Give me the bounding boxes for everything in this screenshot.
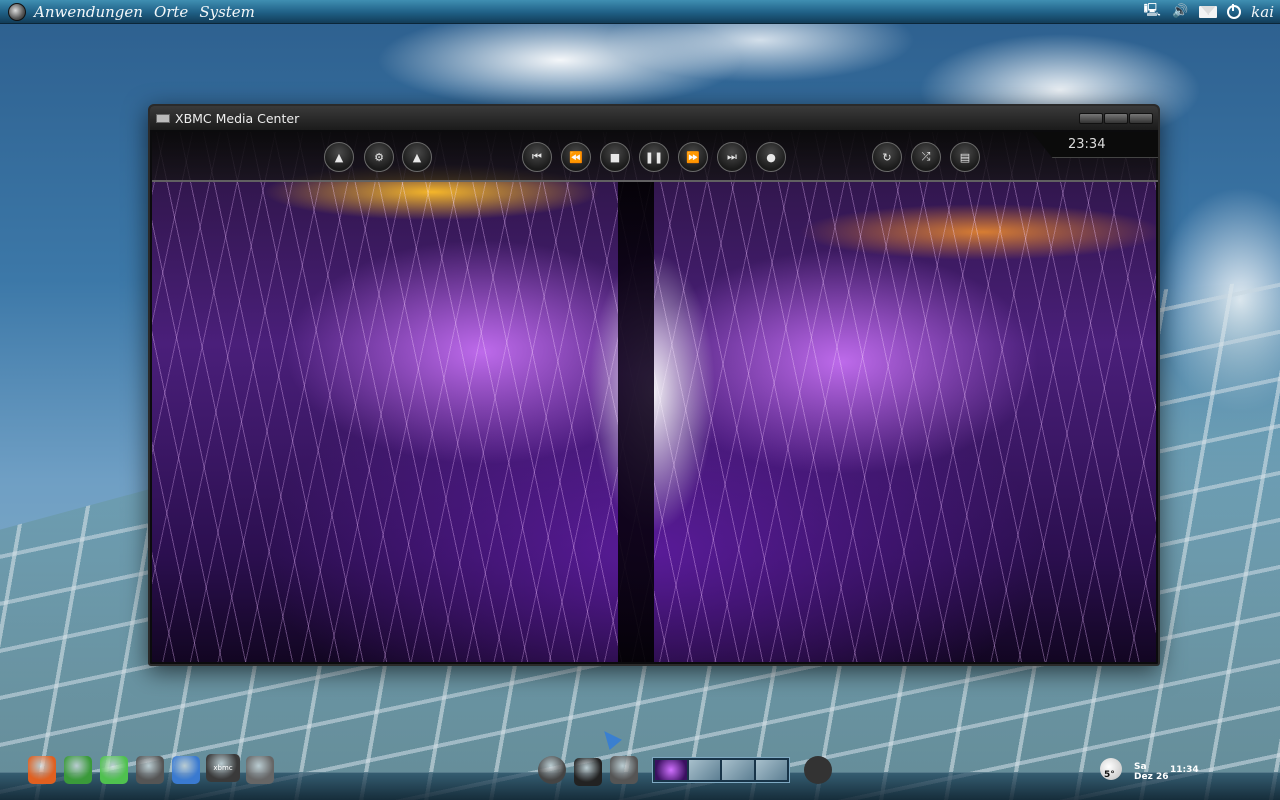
repeat-icon: ↻ — [882, 150, 892, 164]
ubuntu-menu-icon[interactable] — [538, 756, 566, 784]
close-button[interactable] — [1129, 112, 1153, 124]
window-controls — [1079, 112, 1153, 124]
power-icon[interactable] — [1227, 3, 1242, 19]
window-titlebar[interactable]: XBMC Media Center — [150, 106, 1158, 130]
mail-icon[interactable] — [1199, 5, 1218, 18]
shuffle-icon: ⤮ — [921, 150, 931, 163]
rewind-icon: ⏪ — [569, 150, 583, 164]
window-title: XBMC Media Center — [175, 110, 300, 126]
pause-button[interactable]: ❚❚ — [639, 142, 669, 172]
xbmc-window: XBMC Media Center ▲ ⚙ ▲ ⏮ ⏪ ■ ❚❚ ⏩ ⏭ ● ↻… — [148, 104, 1160, 666]
stop-icon: ■ — [609, 150, 621, 164]
workspace-3[interactable] — [722, 760, 754, 780]
visualisation-core — [618, 182, 654, 662]
xbmc-dock-label: xbmc — [213, 764, 233, 772]
top-panel: Anwendungen Orte System 🖳 🔊 kai — [0, 0, 1280, 24]
box-icon[interactable] — [610, 756, 638, 784]
player-clock: 23:34 — [1032, 132, 1158, 158]
workspace-1[interactable] — [655, 760, 687, 780]
info-button[interactable]: ▤ — [950, 142, 980, 172]
rewind-button[interactable]: ⏪ — [561, 142, 591, 172]
document-icon: ▤ — [959, 150, 971, 164]
settings-button[interactable]: ⚙ — [364, 142, 394, 172]
previous-button[interactable]: ⏮ — [522, 142, 552, 172]
distro-logo-icon[interactable] — [8, 2, 26, 21]
minimize-button[interactable] — [1079, 112, 1103, 124]
xbmc-dock-icon[interactable]: xbmc — [206, 754, 240, 782]
gear-icon: ⚙ — [374, 150, 384, 164]
skip-back-icon: ⏮ — [532, 150, 542, 163]
workspace-2[interactable] — [688, 760, 720, 780]
weather-temperature: 5° — [1104, 770, 1115, 780]
user-name[interactable]: kai — [1251, 3, 1274, 21]
chromium-icon[interactable] — [172, 756, 200, 784]
workspace-switcher[interactable] — [652, 757, 790, 783]
pause-icon: ❚❚ — [644, 150, 664, 164]
stop-button[interactable]: ■ — [600, 142, 630, 172]
visualisation-button[interactable]: ▲ — [324, 142, 354, 172]
shuffle-button[interactable]: ⤮ — [911, 142, 941, 172]
show-desktop-icon[interactable] — [574, 758, 602, 786]
network-icon[interactable]: 🖳 — [1143, 3, 1161, 20]
date: Dez 26 — [1134, 772, 1169, 782]
record-icon: ● — [766, 150, 776, 164]
weather-widget[interactable]: 5° — [1098, 756, 1132, 786]
drive-icon[interactable] — [246, 756, 274, 784]
swiftfox-icon[interactable] — [64, 756, 92, 784]
dock-clock: 11:34 — [1170, 765, 1199, 775]
presets-icon: ▲ — [412, 150, 422, 164]
maximize-button[interactable] — [1104, 112, 1128, 124]
system-tray: 🖳 🔊 kai — [1143, 3, 1274, 21]
visualisation-display — [152, 132, 1156, 662]
workspace-4[interactable] — [755, 760, 787, 780]
menu-places[interactable]: Orte — [154, 3, 188, 21]
repeat-button[interactable]: ↻ — [872, 142, 902, 172]
visualisation-streaks — [152, 132, 1156, 662]
camera-icon[interactable] — [136, 756, 164, 784]
speaker-icon[interactable] — [804, 756, 832, 784]
visualisation-icon: ▲ — [334, 150, 344, 164]
fast-forward-button[interactable]: ⏩ — [678, 142, 708, 172]
menu-applications[interactable]: Anwendungen — [34, 3, 143, 21]
date-widget[interactable]: Sa Dez 26 — [1134, 762, 1168, 782]
emerald-icon[interactable] — [100, 756, 128, 784]
firefox-icon[interactable] — [28, 756, 56, 784]
player-controls-bar: ▲ ⚙ ▲ ⏮ ⏪ ■ ❚❚ ⏩ ⏭ ● ↻ ⤮ ▤ 23:34 — [152, 132, 1158, 182]
presets-button[interactable]: ▲ — [402, 142, 432, 172]
volume-icon[interactable]: 🔊 — [1171, 4, 1189, 20]
menu-system[interactable]: System — [199, 3, 255, 21]
skip-forward-icon: ⏭ — [727, 150, 737, 163]
weekday: Sa — [1134, 762, 1147, 772]
xbmc-app-icon — [156, 113, 170, 123]
fast-forward-icon: ⏩ — [686, 150, 700, 164]
next-button[interactable]: ⏭ — [717, 142, 747, 172]
record-button[interactable]: ● — [756, 142, 786, 172]
